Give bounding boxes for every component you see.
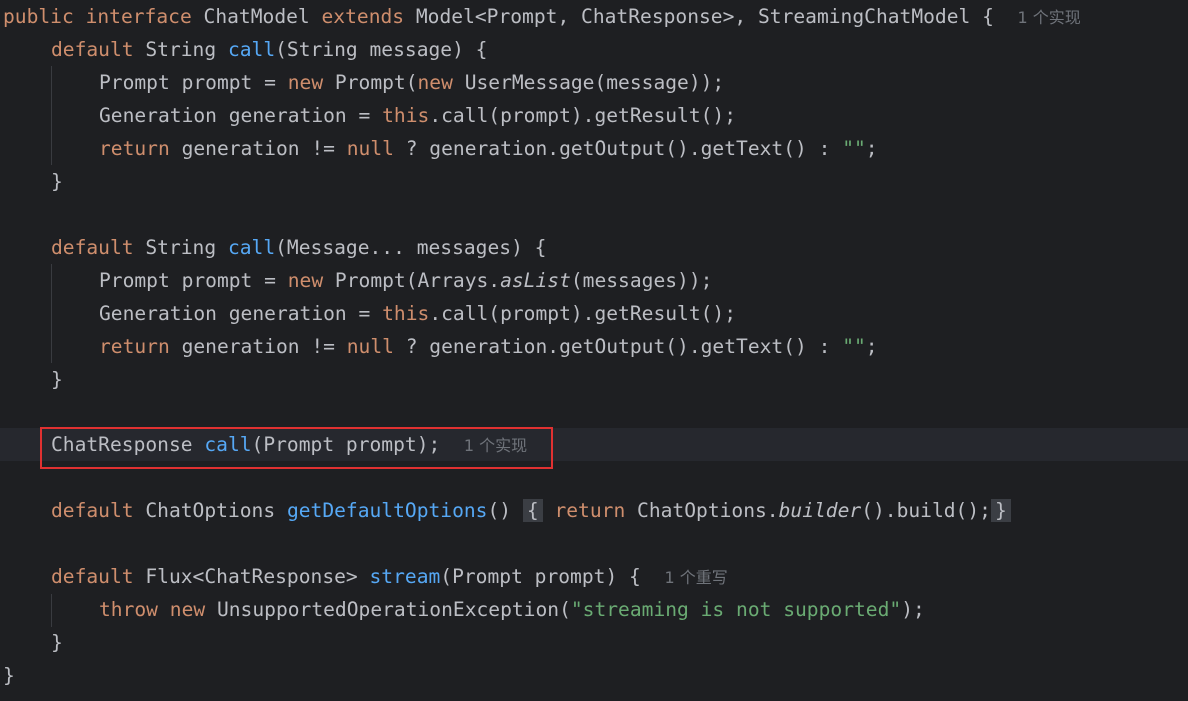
- indent-guide: [51, 594, 52, 627]
- method-name[interactable]: call: [228, 236, 275, 259]
- keyword: public: [3, 5, 74, 28]
- string-literal: "streaming is not supported": [570, 598, 902, 621]
- code-text: ChatOptions.: [625, 499, 779, 522]
- keyword: return: [554, 499, 626, 522]
- code-line-10[interactable]: Generation generation = this.call(prompt…: [99, 297, 736, 330]
- return-type: ChatOptions: [145, 499, 276, 522]
- code-line-6[interactable]: }: [51, 165, 63, 198]
- code-text: UnsupportedOperationException(: [205, 598, 571, 621]
- keyword: extends: [321, 5, 405, 28]
- code-text: ().build();: [861, 499, 991, 522]
- keyword: new: [169, 598, 206, 621]
- keyword: return: [99, 335, 170, 358]
- code-text: (): [487, 499, 512, 522]
- code-line-9[interactable]: Prompt prompt = new Prompt(Arrays.asList…: [99, 264, 712, 297]
- keyword: throw: [99, 598, 158, 621]
- code-line-2[interactable]: default String call(String message) {: [51, 33, 487, 66]
- code-line-12[interactable]: }: [51, 363, 63, 396]
- code-editor[interactable]: public interface ChatModel extends Model…: [0, 0, 1188, 701]
- code-line-19[interactable]: throw new UnsupportedOperationException(…: [99, 593, 925, 626]
- code-text: Prompt prompt =: [99, 71, 288, 94]
- code-line-5[interactable]: return generation != null ? generation.g…: [99, 132, 878, 165]
- folded-region-close[interactable]: }: [990, 499, 1011, 522]
- code-text: Prompt(: [323, 71, 418, 94]
- code-line-14[interactable]: ChatResponse call(Prompt prompt); 1 个实现: [0, 428, 1188, 461]
- indent-guide: [51, 264, 52, 363]
- code-text: ? generation.getOutput().getText() :: [393, 137, 843, 160]
- keyword: this: [382, 104, 430, 127]
- code-text: ChatResponse: [51, 433, 205, 456]
- type-list: Model<Prompt, ChatResponse>, StreamingCh…: [415, 5, 994, 28]
- code-text: (messages));: [570, 269, 713, 292]
- code-text: Prompt(Arrays.: [323, 269, 501, 292]
- code-line-18[interactable]: default Flux<ChatResponse> stream(Prompt…: [51, 560, 728, 593]
- code-line-3[interactable]: Prompt prompt = new Prompt(new UserMessa…: [99, 66, 724, 99]
- keyword: default: [51, 38, 134, 61]
- static-method: builder: [778, 499, 862, 522]
- code-text: Prompt prompt =: [99, 269, 288, 292]
- code-text: generation !=: [169, 137, 347, 160]
- code-text: .call(prompt).getResult();: [429, 104, 737, 127]
- code-line-4[interactable]: Generation generation = this.call(prompt…: [99, 99, 736, 132]
- code-line-1[interactable]: public interface ChatModel extends Model…: [3, 0, 1081, 33]
- code-line-21[interactable]: }: [3, 659, 15, 692]
- implementations-hint[interactable]: 1 个实现: [464, 436, 527, 455]
- keyword: null: [346, 335, 394, 358]
- params: (Prompt prompt) {: [440, 565, 641, 588]
- keyword: new: [287, 71, 324, 94]
- closing-brace: }: [3, 664, 15, 687]
- indent-guide: [51, 66, 52, 165]
- params: (Message... messages) {: [275, 236, 547, 259]
- keyword: new: [417, 71, 453, 94]
- overrides-hint[interactable]: 1 个重写: [664, 568, 727, 587]
- code-line-11[interactable]: return generation != null ? generation.g…: [99, 330, 878, 363]
- code-line-16[interactable]: default ChatOptions getDefaultOptions() …: [51, 494, 1011, 527]
- keyword: this: [382, 302, 430, 325]
- method-name[interactable]: getDefaultOptions: [287, 499, 488, 522]
- return-type: Flux<ChatResponse>: [145, 565, 358, 588]
- code-line-20[interactable]: }: [51, 626, 63, 659]
- code-text: ? generation.getOutput().getText() :: [393, 335, 843, 358]
- keyword: new: [287, 269, 324, 292]
- code-text: );: [901, 598, 925, 621]
- closing-brace: }: [51, 170, 63, 193]
- static-method: asList: [500, 269, 571, 292]
- code-line-8[interactable]: default String call(Message... messages)…: [51, 231, 546, 264]
- string-literal: "": [842, 137, 866, 160]
- folded-region-open[interactable]: {: [522, 499, 543, 522]
- code-text: UserMessage(message));: [452, 71, 725, 94]
- closing-brace: }: [51, 631, 63, 654]
- method-name[interactable]: call: [204, 433, 251, 456]
- return-type: String: [145, 38, 217, 61]
- keyword: return: [99, 137, 170, 160]
- method-name[interactable]: call: [228, 38, 275, 61]
- keyword: default: [51, 565, 134, 588]
- return-type: String: [145, 236, 217, 259]
- params: (String message) {: [275, 38, 488, 61]
- code-text: ;: [865, 137, 878, 160]
- code-text: Generation generation =: [99, 104, 383, 127]
- closing-brace: }: [51, 368, 63, 391]
- code-text: generation !=: [169, 335, 347, 358]
- code-text: Generation generation =: [99, 302, 383, 325]
- keyword: null: [346, 137, 394, 160]
- code-text: .call(prompt).getResult();: [429, 302, 737, 325]
- keyword: interface: [85, 5, 192, 28]
- keyword: default: [51, 236, 134, 259]
- string-literal: "": [842, 335, 866, 358]
- implementations-hint[interactable]: 1 个实现: [1018, 8, 1081, 27]
- interface-name: ChatModel: [203, 5, 310, 28]
- code-text: ;: [865, 335, 878, 358]
- keyword: default: [51, 499, 134, 522]
- method-name[interactable]: stream: [370, 565, 441, 588]
- code-text: (Prompt prompt);: [251, 433, 441, 456]
